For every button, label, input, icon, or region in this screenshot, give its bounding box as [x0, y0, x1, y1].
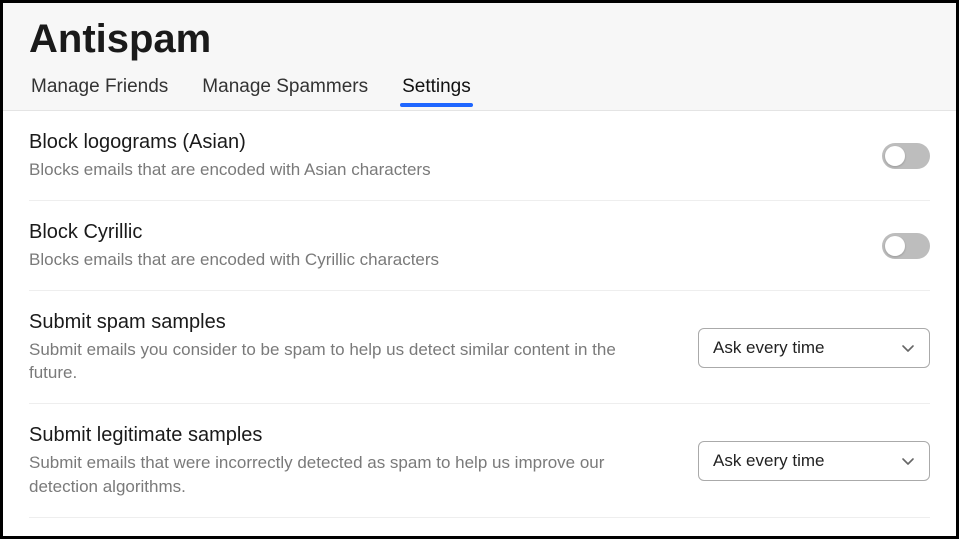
setting-text: Submit legitimate samples Submit emails … [29, 424, 668, 499]
tab-manage-friends[interactable]: Manage Friends [29, 72, 170, 110]
app-frame: Antispam Manage Friends Manage Spammers … [0, 0, 959, 539]
chevron-down-icon [901, 454, 915, 468]
page-title: Antispam [29, 17, 930, 62]
select-submit-legitimate[interactable]: Ask every time [698, 441, 930, 481]
setting-row-block-logograms: Block logograms (Asian) Blocks emails th… [29, 111, 930, 201]
select-value: Ask every time [713, 338, 824, 358]
tab-label: Manage Spammers [202, 76, 368, 97]
select-submit-spam[interactable]: Ask every time [698, 328, 930, 368]
tab-label: Settings [402, 76, 471, 97]
setting-row-submit-legitimate: Submit legitimate samples Submit emails … [29, 404, 930, 518]
setting-control: Ask every time [698, 328, 930, 368]
setting-text: Block Cyrillic Blocks emails that are en… [29, 221, 669, 272]
header: Antispam Manage Friends Manage Spammers … [3, 3, 956, 111]
setting-control: Ask every time [698, 441, 930, 481]
setting-control [882, 233, 930, 259]
setting-description: Blocks emails that are encoded with Asia… [29, 158, 669, 182]
setting-control [882, 143, 930, 169]
setting-title: Block Cyrillic [29, 221, 669, 244]
tab-manage-spammers[interactable]: Manage Spammers [200, 72, 370, 110]
toggle-knob [885, 146, 905, 166]
setting-text: Block logograms (Asian) Blocks emails th… [29, 131, 669, 182]
setting-description: Blocks emails that are encoded with Cyri… [29, 248, 669, 272]
setting-title: Block logograms (Asian) [29, 131, 669, 154]
toggle-block-logograms[interactable] [882, 143, 930, 169]
setting-row-block-cyrillic: Block Cyrillic Blocks emails that are en… [29, 201, 930, 291]
chevron-down-icon [901, 341, 915, 355]
toggle-block-cyrillic[interactable] [882, 233, 930, 259]
setting-title: Submit legitimate samples [29, 424, 668, 447]
setting-text: Submit spam samples Submit emails you co… [29, 311, 668, 386]
tab-label: Manage Friends [31, 76, 168, 97]
tab-settings[interactable]: Settings [400, 72, 473, 110]
setting-title: Submit spam samples [29, 311, 668, 334]
settings-content: Block logograms (Asian) Blocks emails th… [3, 111, 956, 518]
setting-description: Submit emails you consider to be spam to… [29, 338, 668, 386]
toggle-knob [885, 236, 905, 256]
setting-row-submit-spam: Submit spam samples Submit emails you co… [29, 291, 930, 405]
select-value: Ask every time [713, 451, 824, 471]
tab-bar: Manage Friends Manage Spammers Settings [29, 72, 930, 110]
setting-description: Submit emails that were incorrectly dete… [29, 451, 668, 499]
